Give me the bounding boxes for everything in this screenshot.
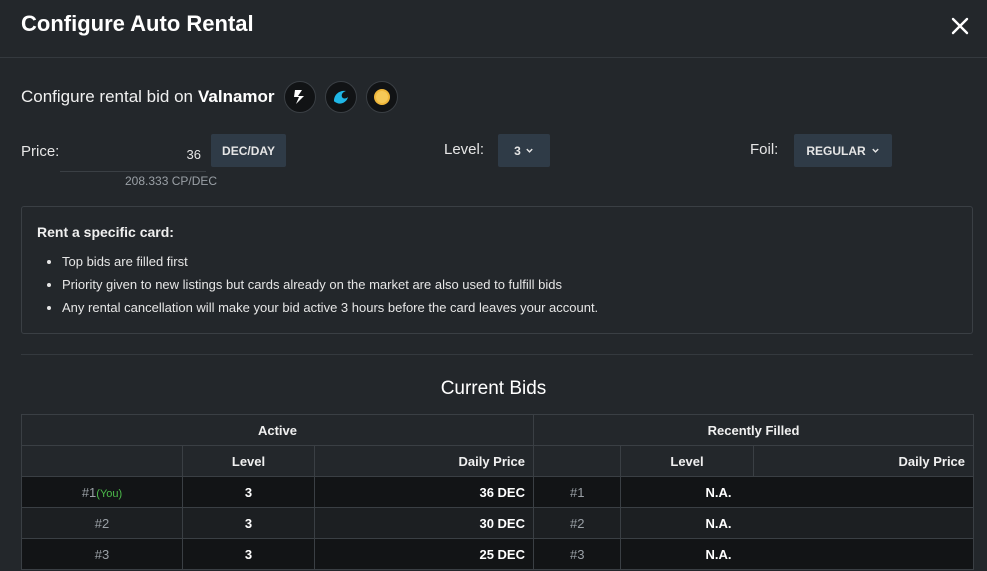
filled-value: N.A. bbox=[619, 538, 975, 570]
divider bbox=[21, 354, 973, 355]
filled-rank: #1 bbox=[533, 476, 621, 508]
recently-filled-header: Recently Filled bbox=[532, 414, 975, 446]
filled-rank-header bbox=[533, 445, 621, 477]
active-rank: #2 bbox=[21, 507, 183, 539]
info-list: Top bids are filled first Priority given… bbox=[62, 254, 598, 323]
bid-heading-prefix: Configure rental bid on bbox=[21, 87, 194, 106]
filled-value: N.A. bbox=[619, 507, 975, 539]
info-box: Rent a specific card: Top bids are fille… bbox=[21, 206, 973, 334]
active-price: 36 DEC bbox=[314, 476, 534, 508]
gold-coin-icon bbox=[373, 89, 390, 105]
modal-header: Configure Auto Rental bbox=[0, 0, 987, 58]
filled-value: N.A. bbox=[619, 476, 975, 508]
filled-price-header: Daily Price bbox=[752, 445, 975, 477]
active-rank-header bbox=[21, 445, 183, 477]
table-row: #2 3 30 DEC #2 N.A. bbox=[21, 507, 975, 539]
info-title: Rent a specific card: bbox=[37, 224, 174, 240]
foil-dropdown[interactable]: REGULAR bbox=[794, 134, 892, 167]
info-bullet: Any rental cancellation will make your b… bbox=[62, 300, 598, 323]
info-bullet: Top bids are filled first bbox=[62, 254, 598, 277]
active-header: Active bbox=[21, 414, 534, 446]
close-button[interactable] bbox=[948, 14, 972, 38]
table-row: #3 3 25 DEC #3 N.A. bbox=[21, 538, 975, 570]
price-conversion: 208.333 CP/DEC bbox=[125, 174, 218, 188]
edition-badge-wave[interactable] bbox=[324, 81, 357, 113]
price-unit-button[interactable]: DEC/DAY bbox=[211, 134, 286, 167]
filled-rank: #3 bbox=[533, 538, 621, 570]
edition-badge-gold[interactable] bbox=[365, 81, 398, 113]
you-tag: (You) bbox=[96, 487, 123, 500]
price-label: Price: bbox=[21, 143, 60, 160]
rank-number: #1 bbox=[81, 484, 97, 500]
price-input[interactable] bbox=[60, 138, 206, 172]
table-row: #1(You) 3 36 DEC #1 N.A. bbox=[21, 476, 975, 508]
close-icon bbox=[951, 17, 969, 35]
filled-rank: #2 bbox=[533, 507, 621, 539]
filled-level-header: Level bbox=[620, 445, 754, 477]
foil-dropdown-value: REGULAR bbox=[806, 143, 866, 158]
active-level-header: Level bbox=[182, 445, 315, 477]
active-level: 3 bbox=[182, 476, 315, 508]
level-label: Level: bbox=[444, 141, 485, 158]
active-level: 3 bbox=[182, 538, 315, 570]
modal-title: Configure Auto Rental bbox=[21, 11, 254, 36]
level-dropdown[interactable]: 3 bbox=[498, 134, 550, 167]
active-price: 25 DEC bbox=[314, 538, 534, 570]
current-bids-title: Current Bids bbox=[440, 378, 547, 399]
bids-table: Active Recently Filled Level Daily Price… bbox=[21, 414, 975, 570]
foil-label: Foil: bbox=[750, 141, 779, 158]
chevron-down-icon bbox=[526, 148, 533, 153]
level-dropdown-value: 3 bbox=[514, 143, 521, 158]
active-rank: #3 bbox=[21, 538, 183, 570]
wave-icon bbox=[333, 90, 348, 104]
info-bullet: Priority given to new listings but cards… bbox=[62, 277, 598, 300]
active-rank: #1(You) bbox=[21, 476, 183, 508]
active-level: 3 bbox=[182, 507, 315, 539]
active-price: 30 DEC bbox=[314, 507, 534, 539]
card-name: Valnamor bbox=[198, 87, 275, 106]
chevron-down-icon bbox=[871, 148, 879, 153]
active-price-header: Daily Price bbox=[314, 445, 534, 477]
bid-heading: Configure rental bid on Valnamor bbox=[21, 80, 398, 114]
edition-badge-bolt[interactable] bbox=[283, 81, 316, 113]
bolt-icon bbox=[293, 90, 304, 104]
